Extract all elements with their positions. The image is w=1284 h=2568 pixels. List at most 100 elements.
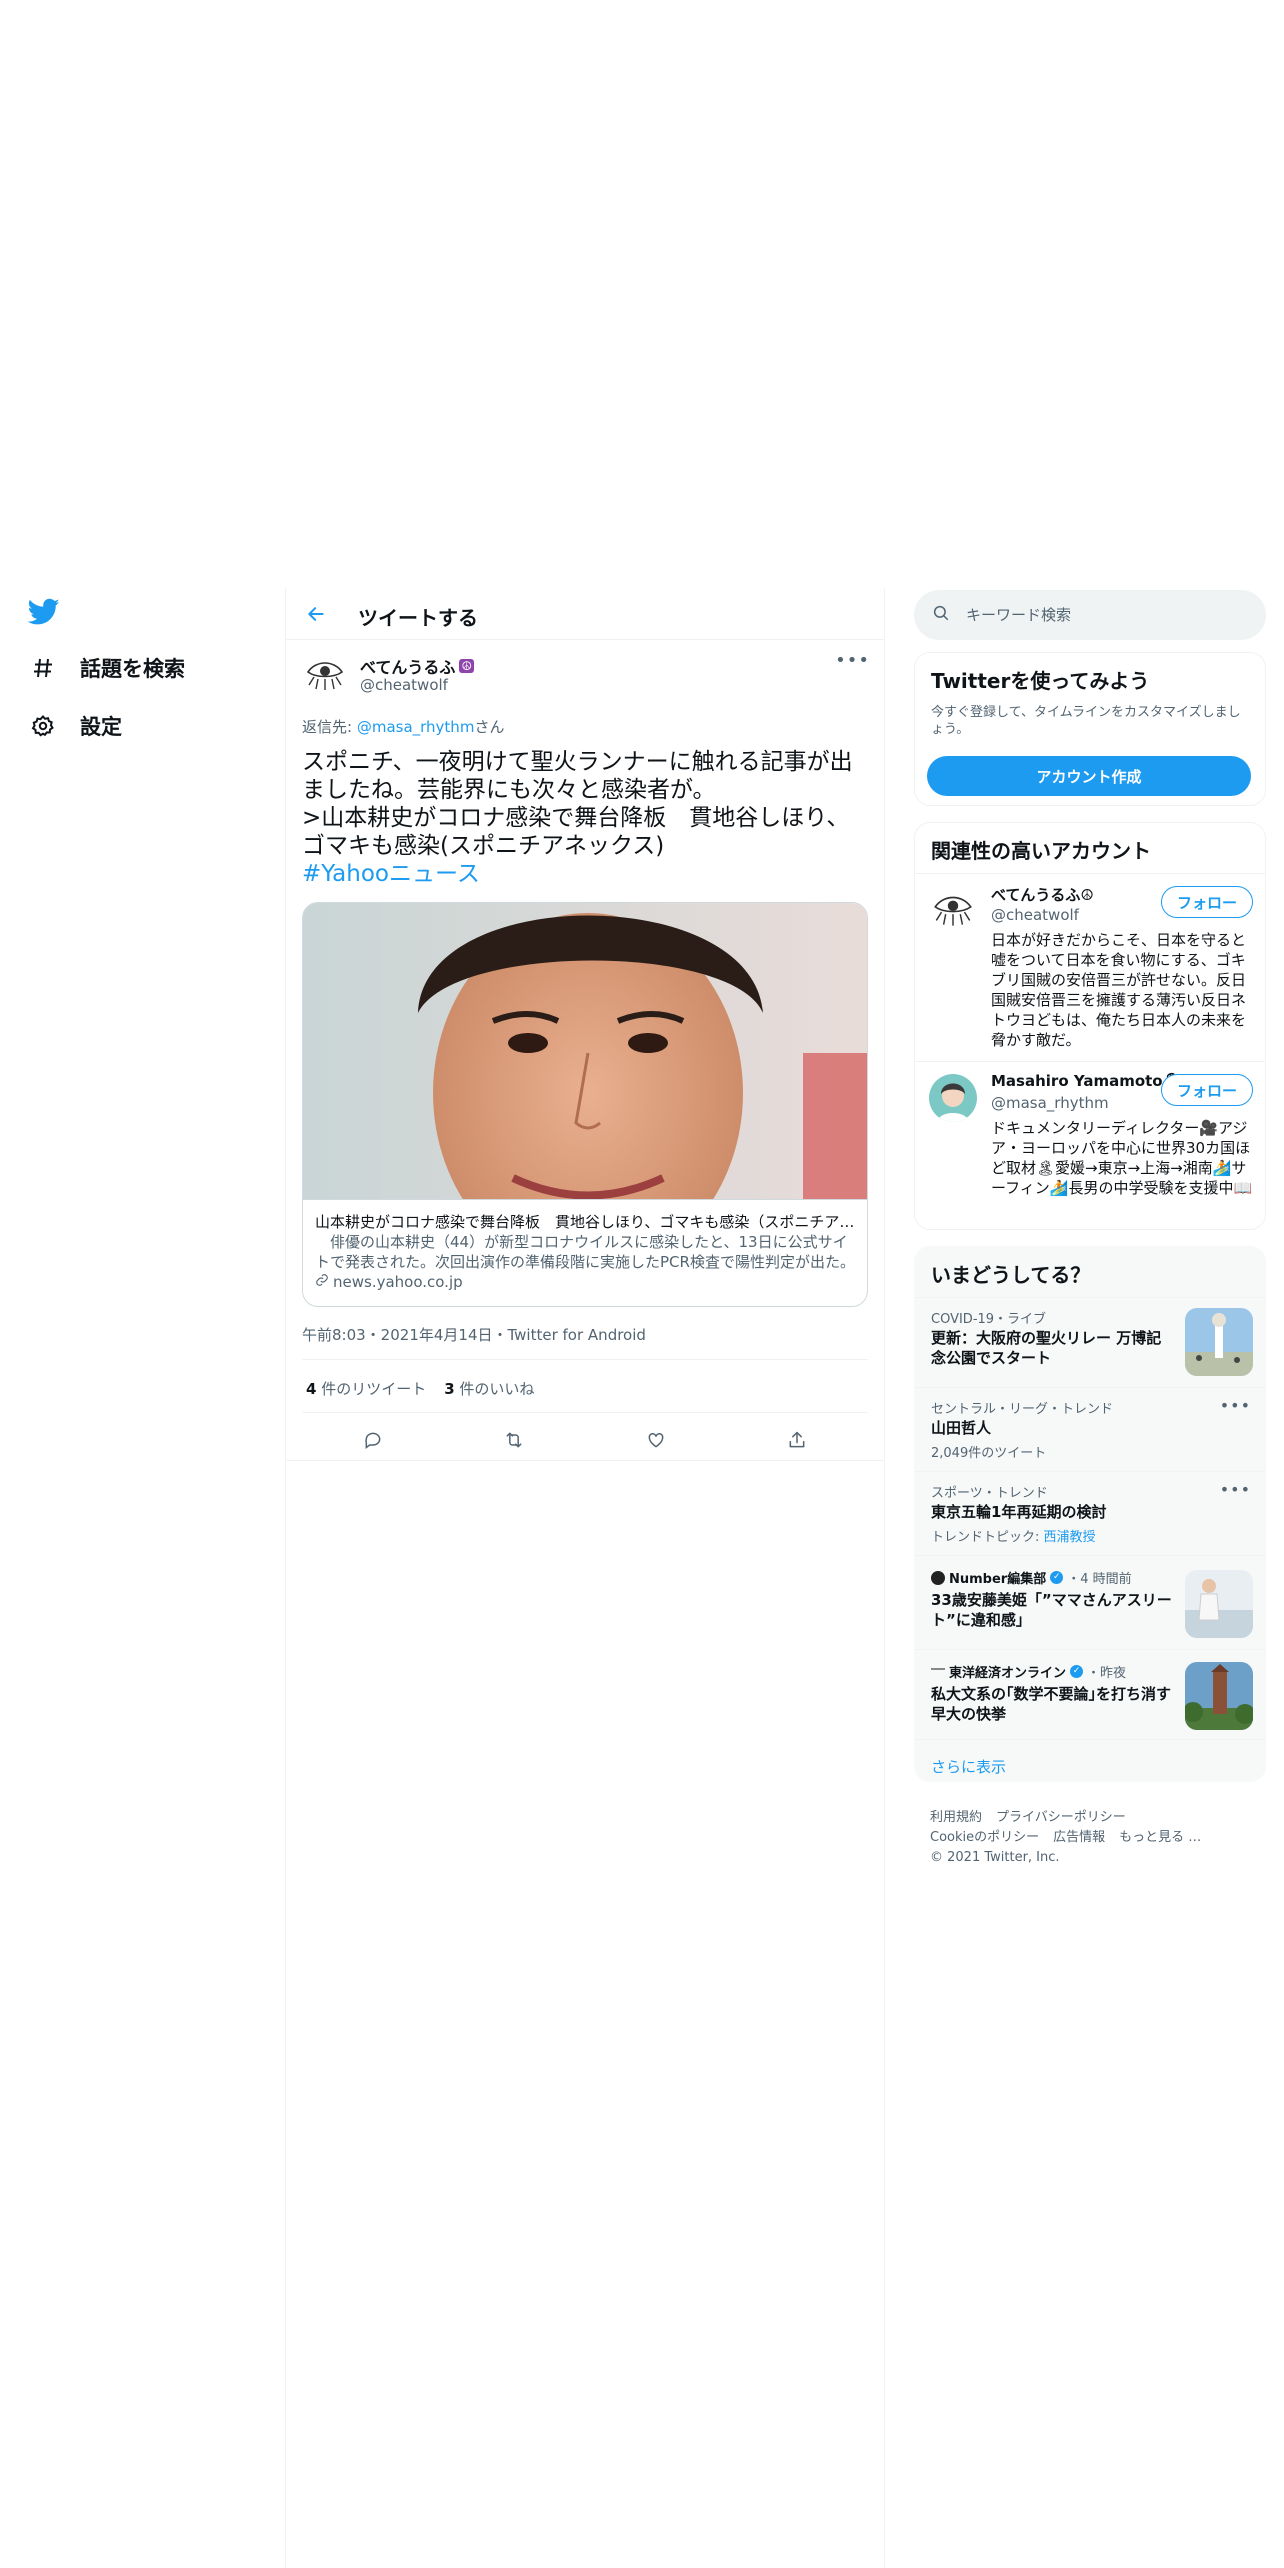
show-more: さらに表示 bbox=[915, 1739, 1265, 1781]
news-item[interactable]: 東洋経済オンライン ✓ ・昨夜 私大文系の｢数学不要論｣を打ち消す早大の快挙 bbox=[915, 1649, 1265, 1739]
back-arrow-icon[interactable] bbox=[300, 598, 332, 630]
news-source-row: 東洋経済オンライン ✓ ・昨夜 bbox=[931, 1662, 1126, 1681]
trend-tweet-count: 2,049件のツイート bbox=[931, 1446, 1047, 1461]
retweet-count-number: 4 bbox=[306, 1380, 317, 1398]
trend-item[interactable]: COVID-19・ライブ 更新：大阪府の聖火リレー 万博記念公園でスタート bbox=[915, 1297, 1265, 1387]
share-icon[interactable] bbox=[779, 1422, 815, 1458]
search-bar[interactable] bbox=[914, 590, 1266, 640]
retweet-icon[interactable] bbox=[496, 1422, 532, 1458]
follow-button[interactable]: フォロー bbox=[1161, 886, 1253, 918]
page-title: ツイートする bbox=[358, 606, 478, 630]
divider bbox=[286, 1460, 884, 1461]
reply-context: 返信先: @masa_rhythmさん bbox=[302, 716, 504, 737]
like-icon[interactable] bbox=[638, 1422, 674, 1458]
main-header: ツイートする bbox=[286, 588, 884, 640]
relevant-accounts-title: 関連性の高いアカウント bbox=[931, 839, 1151, 863]
tweet-timestamp[interactable]: 午前8:03・2021年4月14日・Twitter for Android bbox=[302, 1324, 646, 1345]
card-domain: news.yahoo.co.jp bbox=[315, 1272, 857, 1292]
card-body: 山本耕史がコロナ感染で舞台降板 貫地谷しほり、ゴマキも感染（スポニチアネックス）… bbox=[303, 1199, 867, 1304]
avatar bbox=[929, 1074, 977, 1122]
verified-badge-icon: ✓ bbox=[1050, 1571, 1064, 1584]
reply-prefix: 返信先: bbox=[302, 718, 357, 736]
trend-item[interactable]: セントラル・リーグ・トレンド 山田哲人 2,049件のツイート ••• bbox=[915, 1387, 1265, 1471]
trend-context: COVID-19・ライブ bbox=[931, 1312, 1047, 1327]
signup-title: Twitterを使ってみよう bbox=[931, 669, 1150, 693]
tweet-text-line: >山本耕史がコロナ感染で舞台降板 貫地谷しほり、 bbox=[302, 805, 850, 831]
footer-link-privacy[interactable]: プライバシーポリシー bbox=[996, 1810, 1126, 1825]
tweet-text-line: ましたね。芸能界にも次々と感染者が。 bbox=[302, 777, 716, 803]
avatar[interactable] bbox=[302, 652, 348, 698]
gear-icon bbox=[28, 711, 58, 741]
like-count[interactable]: 3 件のいいね bbox=[444, 1378, 534, 1399]
tweet-author-name[interactable]: べてんうるふ ☮ bbox=[360, 654, 475, 678]
trends-box: いまどうしてる？ COVID-19・ライブ 更新：大阪府の聖火リレー 万博記念公… bbox=[914, 1246, 1266, 1782]
news-source: Number編集部 bbox=[949, 1572, 1047, 1587]
footer-link-more[interactable]: もっと見る … bbox=[1119, 1830, 1201, 1845]
footer-link-ads[interactable]: 広告情報 bbox=[1053, 1830, 1105, 1845]
card-description: 俳優の山本耕史（44）が新型コロナウイルスに感染したと、13日に公式サイトで発表… bbox=[315, 1233, 855, 1271]
news-source-logo-icon bbox=[931, 1570, 945, 1585]
account-bio: 日本が好きだからこそ、日本を守ると嘘をついて日本を食い物にする、ゴキブリ国賊の安… bbox=[991, 931, 1247, 1049]
news-source: 東洋経済オンライン bbox=[949, 1666, 1067, 1681]
divider bbox=[302, 1412, 868, 1413]
footer-link-terms[interactable]: 利用規約 bbox=[930, 1810, 982, 1825]
avatar bbox=[929, 886, 977, 934]
trend-topic-link[interactable]: 西浦教授 bbox=[1044, 1530, 1096, 1545]
relevant-accounts-box: 関連性の高いアカウント べてんうるふ☮ @cheatwolf フォロー 日本が好… bbox=[914, 822, 1266, 1230]
copyright: © 2021 Twitter, Inc. bbox=[930, 1850, 1060, 1865]
more-options-icon[interactable]: ••• bbox=[1220, 1480, 1251, 1499]
trends-title: いまどうしてる？ bbox=[931, 1263, 1091, 1287]
verified-badge-icon: ✓ bbox=[1070, 1665, 1084, 1678]
trend-title: 東京五輪1年再延期の検討 bbox=[931, 1503, 1107, 1521]
reply-icon[interactable] bbox=[355, 1422, 391, 1458]
like-count-label: 件のいいね bbox=[454, 1380, 535, 1398]
news-item[interactable]: Number編集部 ✓ ・4 時間前 33歳安藤美姫「”ママさんアスリート”に違… bbox=[915, 1555, 1265, 1649]
card-image bbox=[303, 903, 867, 1199]
account-name: べてんうるふ☮ bbox=[991, 886, 1094, 904]
account-bio: ドキュメンタリーディレクター🎥アジア・ヨーロッパを中心に世界30カ国ほど取材🏝愛… bbox=[991, 1119, 1253, 1197]
hashtag-icon bbox=[28, 653, 58, 683]
trend-topic-prefix: トレンドトピック: bbox=[931, 1530, 1044, 1545]
show-more-link[interactable]: さらに表示 bbox=[931, 1756, 1006, 1777]
more-options-icon[interactable]: ••• bbox=[835, 650, 870, 671]
nav-settings-label: 設定 bbox=[80, 715, 122, 739]
trend-thumbnail bbox=[1185, 1308, 1253, 1376]
column-divider-right bbox=[884, 588, 885, 2568]
tweet-text-line: スポニチ、一夜明けて聖火ランナーに触れる記事が出 bbox=[302, 749, 853, 775]
follow-button[interactable]: フォロー bbox=[1161, 1074, 1253, 1106]
trend-item[interactable]: スポーツ・トレンド 東京五輪1年再延期の検討 トレンドトピック: 西浦教授 ••… bbox=[915, 1471, 1265, 1555]
reply-suffix: さん bbox=[474, 718, 505, 736]
footer-links: 利用規約 プライバシーポリシー Cookieのポリシー 広告情報 もっと見る … © … bbox=[930, 1808, 1260, 1868]
account-handle: @cheatwolf bbox=[991, 906, 1079, 924]
footer-row: Cookieのポリシー 広告情報 もっと見る … bbox=[930, 1828, 1260, 1848]
trend-topic: トレンドトピック: 西浦教授 bbox=[931, 1526, 1096, 1545]
search-input[interactable] bbox=[966, 606, 1226, 624]
tweet-author-handle[interactable]: @cheatwolf bbox=[360, 676, 448, 694]
like-count-number: 3 bbox=[444, 1380, 455, 1398]
retweet-count[interactable]: 4 件のリツイート bbox=[306, 1378, 426, 1399]
tweet-author-name-text: べてんうるふ bbox=[360, 658, 456, 677]
create-account-button[interactable]: アカウント作成 bbox=[927, 756, 1251, 796]
twitter-bird-icon[interactable] bbox=[27, 598, 64, 634]
reply-mention-link[interactable]: @masa_rhythm bbox=[357, 718, 475, 736]
account-handle: @masa_rhythm bbox=[991, 1094, 1109, 1112]
trend-title: 更新：大阪府の聖火リレー 万博記念公園でスタート bbox=[931, 1329, 1162, 1367]
footer-link-cookies[interactable]: Cookieのポリシー bbox=[930, 1830, 1039, 1845]
retweet-count-label: 件のリツイート bbox=[316, 1380, 427, 1398]
link-icon bbox=[315, 1272, 329, 1292]
account-item[interactable]: Masahiro Yamamoto🎙 @masa_rhythm フォロー ドキュ… bbox=[915, 1061, 1265, 1229]
hashtag-link[interactable]: #Yahooニュース bbox=[302, 860, 870, 888]
signup-subtitle: 今すぐ登録して、タイムラインをカスタマイズしましょう。 bbox=[931, 705, 1241, 737]
account-item[interactable]: べてんうるふ☮ @cheatwolf フォロー 日本が好きだからこそ、日本を守る… bbox=[915, 873, 1265, 1061]
card-domain-text: news.yahoo.co.jp bbox=[333, 1273, 463, 1291]
trend-title: 山田哲人 bbox=[931, 1419, 992, 1437]
nav-explore[interactable]: 話題を検索 bbox=[28, 646, 185, 690]
nav-settings[interactable]: 設定 bbox=[28, 704, 122, 748]
more-options-icon[interactable]: ••• bbox=[1220, 1396, 1251, 1415]
trend-context: スポーツ・トレンド bbox=[931, 1486, 1048, 1501]
news-thumbnail bbox=[1185, 1662, 1253, 1730]
link-card[interactable]: 山本耕史がコロナ感染で舞台降板 貫地谷しほり、ゴマキも感染（スポニチアネックス）… bbox=[302, 902, 868, 1307]
column-divider-left bbox=[285, 588, 286, 2568]
trend-context: セントラル・リーグ・トレンド bbox=[931, 1402, 1114, 1417]
footer-row: 利用規約 プライバシーポリシー bbox=[930, 1808, 1260, 1828]
